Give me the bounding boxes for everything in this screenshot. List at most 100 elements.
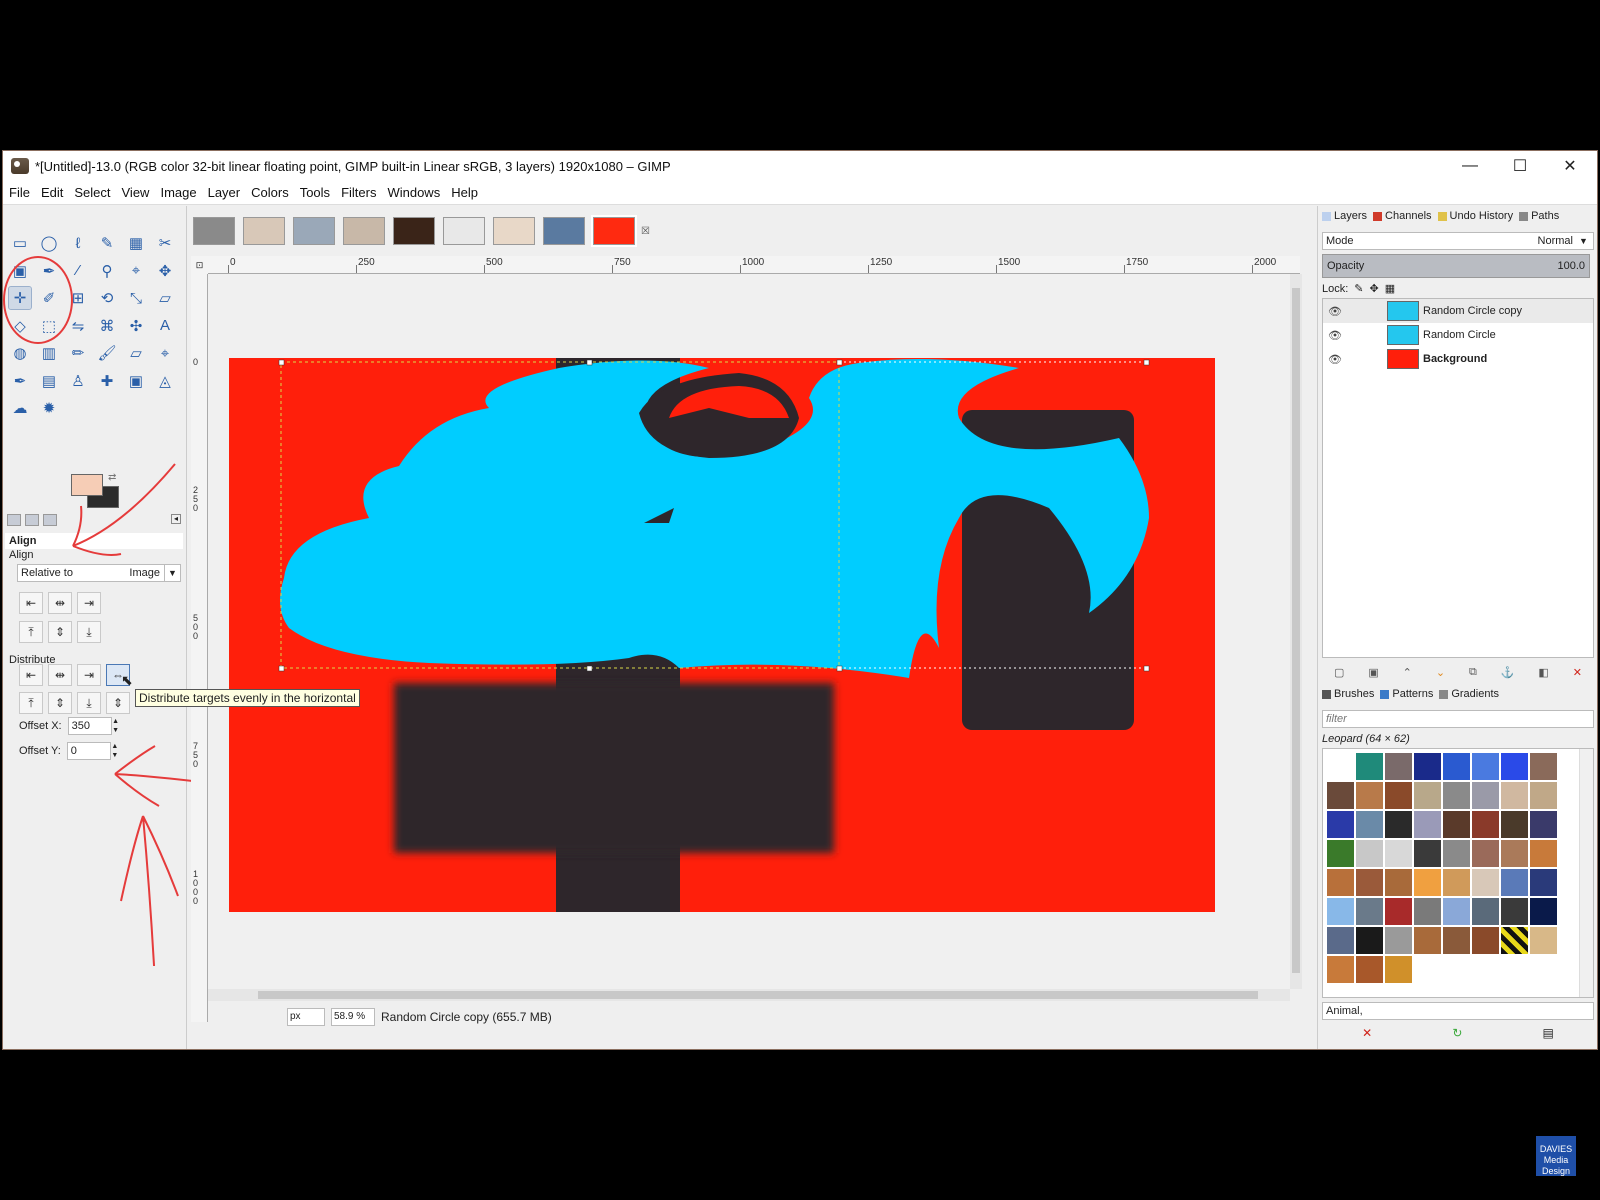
foreground-color-swatch[interactable] — [71, 474, 103, 496]
tab-undo-history[interactable]: Undo History — [1437, 210, 1513, 222]
pattern-swatch[interactable] — [1443, 782, 1470, 809]
image-tab-thumbnail[interactable] — [443, 217, 485, 245]
pattern-swatch[interactable] — [1501, 753, 1528, 780]
pattern-swatch[interactable] — [1356, 869, 1383, 896]
mode-select[interactable]: Mode Normal ▼ — [1322, 232, 1594, 250]
mypaint-brush-tool-icon[interactable]: ▤ — [38, 370, 60, 392]
pencil-tool-icon[interactable]: ✏ — [67, 342, 89, 364]
image-tab-thumbnail[interactable] — [243, 217, 285, 245]
handle[interactable] — [1143, 359, 1150, 366]
horizontal-ruler[interactable]: 0 250 500 750 1000 1250 1500 1750 2000 — [208, 256, 1300, 274]
pattern-swatch[interactable] — [1385, 927, 1412, 954]
menu-tools[interactable]: Tools — [300, 185, 330, 200]
pattern-swatch[interactable] — [1414, 840, 1441, 867]
paintbrush-tool-icon[interactable]: 🖌 — [96, 342, 118, 364]
lower-layer-icon[interactable]: ⌄ — [1436, 666, 1445, 679]
minimize-button[interactable]: — — [1445, 151, 1495, 181]
unit-select[interactable]: px — [287, 1008, 325, 1026]
pattern-swatch[interactable] — [1472, 840, 1499, 867]
layer-row[interactable]: 👁 Random Circle — [1323, 323, 1593, 347]
vertical-scrollbar[interactable] — [1290, 274, 1302, 989]
eye-icon[interactable]: 👁 — [1323, 353, 1347, 366]
vertical-scroll-thumb[interactable] — [1292, 288, 1300, 973]
bucket-fill-tool-icon[interactable]: ◍ — [9, 342, 31, 364]
pattern-swatch[interactable] — [1414, 811, 1441, 838]
pattern-swatch[interactable] — [1356, 811, 1383, 838]
close-button[interactable]: ✕ — [1545, 151, 1595, 181]
heal-tool-icon[interactable]: ✚ — [96, 370, 118, 392]
ellipse-select-tool-icon[interactable]: ◯ — [38, 232, 60, 254]
fuzzy-select-tool-icon[interactable]: ✎ — [96, 232, 118, 254]
pattern-swatch[interactable] — [1356, 927, 1383, 954]
canvas-area[interactable] — [208, 274, 1290, 989]
pattern-swatch[interactable] — [1530, 898, 1557, 925]
opacity-slider[interactable]: Opacity 100.0 — [1322, 254, 1590, 278]
pattern-swatch[interactable] — [1472, 782, 1499, 809]
pattern-swatch[interactable] — [1414, 782, 1441, 809]
shear-tool-icon[interactable]: ▱ — [154, 287, 176, 309]
layer-row[interactable]: 👁 Random Circle copy — [1323, 299, 1593, 323]
raise-layer-icon[interactable]: ⌃ — [1403, 666, 1412, 679]
pattern-swatch[interactable] — [1327, 927, 1354, 954]
move-tool-icon[interactable]: ✥ — [154, 260, 176, 282]
rect-select-tool-icon[interactable]: ▭ — [9, 232, 31, 254]
horizontal-scroll-thumb[interactable] — [258, 991, 1258, 999]
image-tab-thumbnail[interactable] — [543, 217, 585, 245]
pattern-swatch[interactable] — [1472, 753, 1499, 780]
pattern-swatch[interactable] — [1414, 927, 1441, 954]
pattern-tags-input[interactable]: Animal, — [1322, 1002, 1594, 1020]
airbrush-tool-icon[interactable]: ⌖ — [154, 342, 176, 364]
menu-filters[interactable]: Filters — [341, 185, 376, 200]
handle[interactable] — [836, 359, 843, 366]
pattern-swatch[interactable] — [1356, 840, 1383, 867]
layer-row[interactable]: 👁 Background — [1323, 347, 1593, 371]
pattern-swatch[interactable] — [1385, 869, 1412, 896]
menu-windows[interactable]: Windows — [387, 185, 440, 200]
pattern-swatch[interactable] — [1501, 927, 1528, 954]
new-group-icon[interactable]: ▣ — [1368, 666, 1378, 679]
duplicate-layer-icon[interactable]: ⧉ — [1469, 666, 1477, 679]
pattern-swatch[interactable] — [1414, 753, 1441, 780]
zoom-tool-icon[interactable]: ⚲ — [96, 260, 118, 282]
menu-file[interactable]: File — [9, 185, 30, 200]
tab-patterns[interactable]: Patterns — [1380, 688, 1433, 700]
menu-select[interactable]: Select — [74, 185, 110, 200]
lock-pixels-icon[interactable]: ✎ — [1354, 282, 1363, 295]
handle[interactable] — [586, 665, 593, 672]
image-tab-thumbnail[interactable] — [343, 217, 385, 245]
eraser-tool-icon[interactable]: ▱ — [125, 342, 147, 364]
pattern-swatch[interactable] — [1472, 869, 1499, 896]
color-picker-tool-icon[interactable]: ⁄ — [67, 260, 89, 282]
pattern-swatch[interactable] — [1327, 898, 1354, 925]
pattern-swatch[interactable] — [1501, 782, 1528, 809]
vertical-ruler[interactable]: 0 250 500 750 1000 — [191, 274, 208, 1022]
pattern-scrollbar[interactable] — [1579, 749, 1593, 997]
image-canvas[interactable] — [229, 358, 1215, 912]
mask-icon[interactable]: ◧ — [1538, 666, 1548, 679]
perspective-clone-tool-icon[interactable]: ▣ — [125, 370, 147, 392]
blur-tool-icon[interactable]: ◬ — [154, 370, 176, 392]
pattern-swatch[interactable] — [1443, 898, 1470, 925]
pattern-swatch[interactable] — [1530, 869, 1557, 896]
measure-tool-icon[interactable]: ⌖ — [125, 260, 147, 282]
lock-position-icon[interactable]: ✥ — [1370, 282, 1379, 295]
pattern-swatch[interactable] — [1530, 782, 1557, 809]
select-by-color-tool-icon[interactable]: ▦ — [125, 232, 147, 254]
pattern-swatch[interactable] — [1530, 840, 1557, 867]
pattern-swatch[interactable] — [1501, 811, 1528, 838]
delete-pattern-icon[interactable]: ✕ — [1362, 1026, 1372, 1040]
clone-tool-icon[interactable]: ♙ — [67, 370, 89, 392]
tab-layers[interactable]: Layers — [1322, 210, 1367, 222]
pattern-swatch[interactable] — [1385, 898, 1412, 925]
menu-help[interactable]: Help — [451, 185, 478, 200]
scissors-select-tool-icon[interactable]: ✂ — [154, 232, 176, 254]
close-image-tab-icon[interactable]: ☒ — [641, 226, 650, 237]
cage-transform-tool-icon[interactable]: ⌘ — [96, 315, 118, 337]
pattern-swatch[interactable] — [1472, 927, 1499, 954]
anchor-layer-icon[interactable]: ⚓ — [1501, 666, 1515, 679]
pattern-swatch[interactable] — [1472, 811, 1499, 838]
pattern-swatch[interactable] — [1356, 782, 1383, 809]
pattern-swatch[interactable] — [1443, 840, 1470, 867]
pattern-swatch[interactable] — [1414, 869, 1441, 896]
pattern-swatch[interactable] — [1385, 956, 1412, 983]
